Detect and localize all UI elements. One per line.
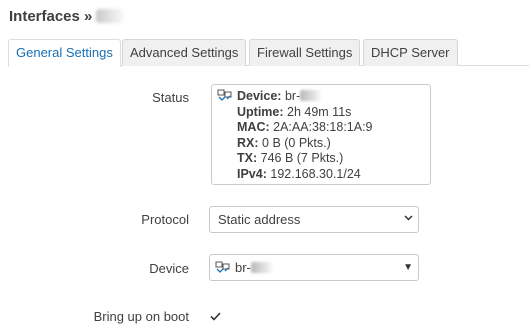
status-device-row: Device: br- (217, 89, 425, 105)
device-select[interactable]: br- ▼ (209, 254, 419, 281)
protocol-label: Protocol (141, 212, 189, 227)
status-ipv4-row: IPv4: 192.168.30.1/24 (237, 166, 361, 181)
tab-dhcp-server[interactable]: DHCP Server (363, 39, 458, 66)
chevron-down-icon (404, 207, 413, 232)
bring-up-on-boot-checkbox[interactable] (209, 310, 222, 323)
protocol-select[interactable]: Static address (209, 206, 419, 233)
status-label: Status (152, 90, 189, 105)
caret-down-icon: ▼ (403, 262, 413, 273)
tab-firewall-settings[interactable]: Firewall Settings (249, 39, 361, 66)
tab-advanced-settings[interactable]: Advanced Settings (122, 39, 247, 66)
device-label: Device (149, 261, 189, 276)
redacted-interface-name (96, 9, 127, 23)
status-rx-row: RX: 0 B (0 Pkts.) (237, 135, 331, 150)
device-select-value: br- (235, 260, 251, 275)
network-bridge-icon (215, 261, 230, 273)
redacted-device-name (300, 90, 323, 101)
network-bridge-icon (217, 89, 232, 101)
bring-up-on-boot-label: Bring up on boot (93, 309, 189, 324)
protocol-select-value: Static address (218, 212, 301, 227)
page-title: Interfaces » (9, 8, 127, 25)
tab-general-settings[interactable]: General Settings (8, 39, 121, 67)
tab-bar: General Settings Advanced Settings Firew… (8, 39, 529, 67)
status-mac-row: MAC: 2A:AA:38:18:1A:9 (237, 120, 373, 134)
status-tx-row: TX: 746 B (7 Pkts.) (237, 151, 344, 165)
status-box: Device: br- Uptime: 2h 49m 11s MAC: 2A:A… (211, 84, 431, 185)
status-uptime-row: Uptime: 2h 49m 11s (237, 104, 352, 119)
redacted-device-name (250, 262, 273, 273)
